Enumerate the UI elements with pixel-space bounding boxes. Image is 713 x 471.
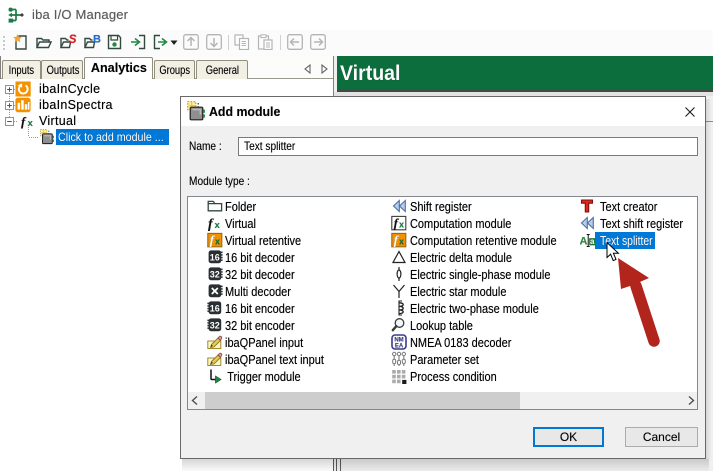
svg-text:16: 16 (210, 303, 220, 313)
svg-text:32: 32 (210, 320, 220, 330)
svg-text:x: x (215, 237, 220, 247)
svg-text:x: x (215, 220, 221, 231)
svg-text:f: f (208, 217, 214, 231)
svg-text:EA: EA (395, 344, 404, 350)
svg-text:x: x (399, 220, 404, 230)
svg-text:f: f (21, 114, 27, 129)
svg-text:x: x (399, 237, 404, 247)
svg-text:x: x (28, 118, 34, 129)
svg-text:16: 16 (210, 252, 220, 262)
svg-text:B: B (93, 34, 101, 46)
svg-text:S: S (69, 34, 77, 46)
svg-text:32: 32 (210, 269, 220, 279)
